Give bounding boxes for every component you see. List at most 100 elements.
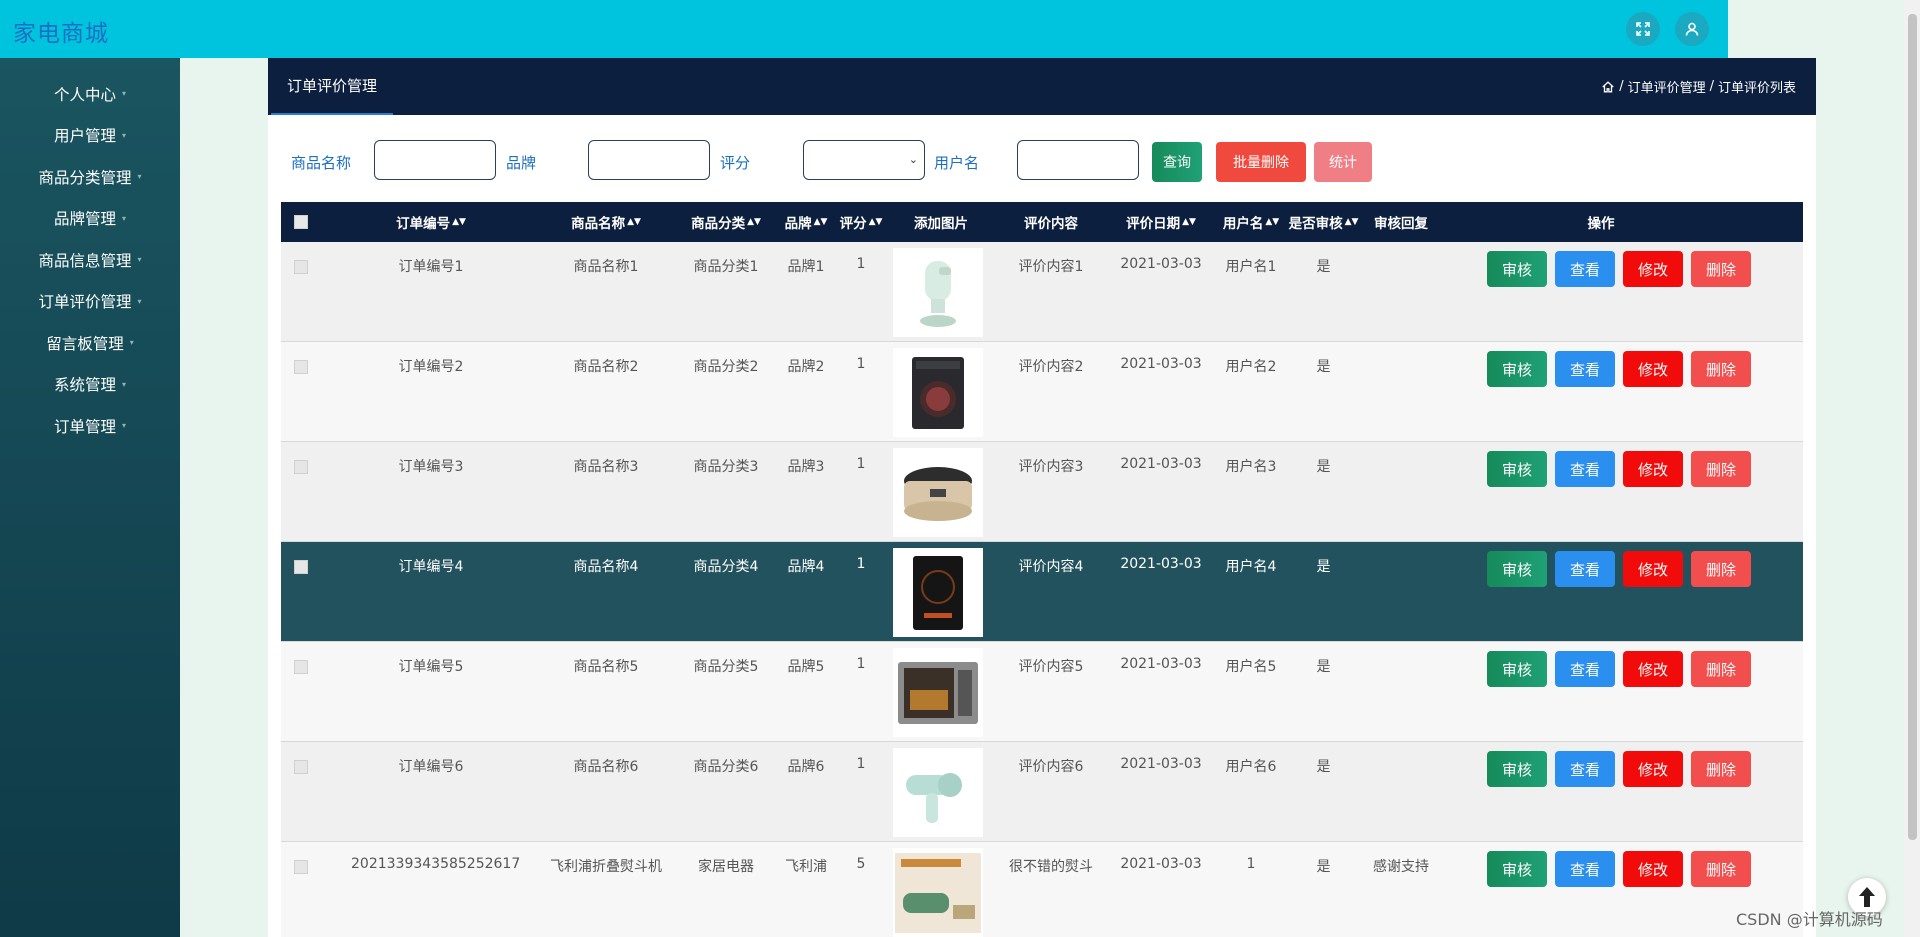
edit-button[interactable]: 修改	[1623, 651, 1683, 687]
view-button[interactable]: 查看	[1555, 251, 1615, 287]
audit-button[interactable]: 审核	[1487, 751, 1547, 787]
fullscreen-icon[interactable]	[1626, 12, 1660, 46]
header-username[interactable]: 用户名 ▲▼	[1216, 202, 1286, 242]
row-checkbox[interactable]	[294, 560, 308, 574]
product-name-input[interactable]	[374, 140, 496, 180]
delete-button[interactable]: 删除	[1691, 451, 1751, 487]
delete-button[interactable]: 删除	[1691, 351, 1751, 387]
sidebar-item-personal-center[interactable]: 个人中心 ▾	[0, 73, 180, 115]
product-image[interactable]	[893, 848, 983, 937]
row-checkbox[interactable]	[294, 260, 308, 274]
breadcrumb-item[interactable]: 订单评价管理	[1628, 77, 1706, 96]
product-image[interactable]	[893, 748, 983, 837]
delete-button[interactable]: 删除	[1691, 851, 1751, 887]
delete-button[interactable]: 删除	[1691, 651, 1751, 687]
product-image[interactable]	[893, 348, 983, 437]
view-button[interactable]: 查看	[1555, 551, 1615, 587]
edit-button[interactable]: 修改	[1623, 751, 1683, 787]
audit-button[interactable]: 审核	[1487, 651, 1547, 687]
header-date[interactable]: 评价日期 ▲▼	[1106, 202, 1216, 242]
score-select[interactable]: ⌄	[803, 140, 925, 180]
tab-review-management[interactable]: 订单评价管理	[271, 58, 394, 115]
row-checkbox[interactable]	[294, 360, 308, 374]
edit-button[interactable]: 修改	[1623, 451, 1683, 487]
header-order-no[interactable]: 订单编号 ▲▼	[381, 202, 481, 242]
delete-button[interactable]: 删除	[1691, 551, 1751, 587]
user-icon[interactable]	[1675, 12, 1709, 46]
product-image[interactable]	[893, 448, 983, 537]
row-checkbox[interactable]	[294, 860, 308, 874]
header-brand[interactable]: 品牌 ▲▼	[776, 202, 836, 242]
table-row[interactable]: 订单编号2 商品名称2 商品分类2 品牌2 1 评价内容2 2021-03-03…	[281, 342, 1803, 442]
sort-icon: ▲▼	[813, 216, 828, 227]
page-scrollbar[interactable]	[1904, 0, 1920, 937]
product-image[interactable]	[893, 648, 983, 737]
row-checkbox[interactable]	[294, 660, 308, 674]
search-button[interactable]: 查询	[1152, 142, 1202, 182]
sidebar-item-system-management[interactable]: 系统管理 ▾	[0, 364, 180, 406]
edit-button[interactable]: 修改	[1623, 251, 1683, 287]
order-no: 订单编号6	[398, 759, 464, 775]
delete-button[interactable]: 删除	[1691, 751, 1751, 787]
chevron-down-icon: ▾	[137, 255, 142, 265]
product-image[interactable]	[893, 248, 983, 337]
home-icon[interactable]	[1601, 80, 1615, 94]
header-score[interactable]: 评分 ▲▼	[836, 202, 886, 242]
product-image[interactable]	[893, 548, 983, 637]
category: 商品分类4	[693, 559, 759, 575]
category: 商品分类2	[693, 359, 759, 375]
view-button[interactable]: 查看	[1555, 651, 1615, 687]
audit-button[interactable]: 审核	[1487, 851, 1547, 887]
table-row[interactable]: 订单编号5 商品名称5 商品分类5 品牌5 1 评价内容5 2021-03-03…	[281, 642, 1803, 742]
sidebar-item-category-management[interactable]: 商品分类管理 ▾	[0, 156, 180, 198]
table-row[interactable]: 2021339343585252617 飞利浦折叠熨斗机 家居电器 飞利浦 5 …	[281, 842, 1803, 937]
sidebar-item-message-board[interactable]: 留言板管理 ▾	[0, 322, 180, 364]
chevron-down-icon: ▾	[137, 172, 142, 182]
row-checkbox[interactable]	[294, 760, 308, 774]
product-name: 商品名称1	[573, 259, 639, 275]
header-product-name[interactable]: 商品名称 ▲▼	[556, 202, 656, 242]
table-row[interactable]: 订单编号3 商品名称3 商品分类3 品牌3 1 评价内容3 2021-03-03…	[281, 442, 1803, 542]
header-audited[interactable]: 是否审核 ▲▼	[1286, 202, 1361, 242]
stats-button[interactable]: 统计	[1314, 142, 1372, 182]
audit-button[interactable]: 审核	[1487, 551, 1547, 587]
sidebar-item-user-management[interactable]: 用户管理 ▾	[0, 115, 180, 157]
table-row[interactable]: 订单编号6 商品名称6 商品分类6 品牌6 1 评价内容6 2021-03-03…	[281, 742, 1803, 842]
row-checkbox[interactable]	[294, 460, 308, 474]
delete-button[interactable]: 删除	[1691, 251, 1751, 287]
edit-button[interactable]: 修改	[1623, 551, 1683, 587]
review-date: 2021-03-03	[1120, 356, 1202, 372]
score: 5	[856, 856, 866, 872]
sidebar-item-review-management[interactable]: 订单评价管理 ▾	[0, 281, 180, 323]
scrollbar-thumb[interactable]	[1908, 14, 1917, 840]
order-no: 订单编号1	[398, 259, 464, 275]
view-button[interactable]: 查看	[1555, 351, 1615, 387]
audit-button[interactable]: 审核	[1487, 251, 1547, 287]
header-category[interactable]: 商品分类 ▲▼	[676, 202, 776, 242]
view-button[interactable]: 查看	[1555, 851, 1615, 887]
sidebar-item-order-management[interactable]: 订单管理 ▾	[0, 405, 180, 447]
table-row[interactable]: 订单编号1 商品名称1 商品分类1 品牌1 1 评价内容1 2021-03-03…	[281, 242, 1803, 342]
sidebar: 个人中心 ▾ 用户管理 ▾ 商品分类管理 ▾ 品牌管理 ▾ 商品信息管理 ▾ 订单评价管理…	[0, 58, 180, 937]
edit-button[interactable]: 修改	[1623, 351, 1683, 387]
audit-button[interactable]: 审核	[1487, 351, 1547, 387]
edit-button[interactable]: 修改	[1623, 851, 1683, 887]
batch-delete-button[interactable]: 批量删除	[1216, 142, 1306, 182]
sidebar-item-product-management[interactable]: 商品信息管理 ▾	[0, 239, 180, 281]
view-button[interactable]: 查看	[1555, 751, 1615, 787]
chevron-down-icon: ▾	[122, 213, 127, 223]
username-input[interactable]	[1017, 140, 1139, 180]
brand: 品牌4	[787, 559, 825, 575]
app-title: 家电商城	[13, 21, 109, 47]
table-header: 订单编号 ▲▼ 商品名称 ▲▼ 商品分类 ▲▼ 品牌 ▲▼ 评分 ▲▼ 添加图片 评价内容…	[281, 202, 1803, 242]
brand: 品牌1	[787, 259, 825, 275]
chevron-down-icon: ▾	[122, 421, 127, 431]
select-all-checkbox[interactable]	[294, 215, 308, 229]
audit-button[interactable]: 审核	[1487, 451, 1547, 487]
table-row[interactable]: 订单编号4 商品名称4 商品分类4 品牌4 1 评价内容4 2021-03-03…	[281, 542, 1803, 642]
brand-input[interactable]	[588, 140, 710, 180]
sidebar-item-brand-management[interactable]: 品牌管理 ▾	[0, 198, 180, 240]
view-button[interactable]: 查看	[1555, 451, 1615, 487]
audit-status: 是	[1316, 459, 1331, 475]
header-image: 添加图片	[914, 216, 968, 232]
